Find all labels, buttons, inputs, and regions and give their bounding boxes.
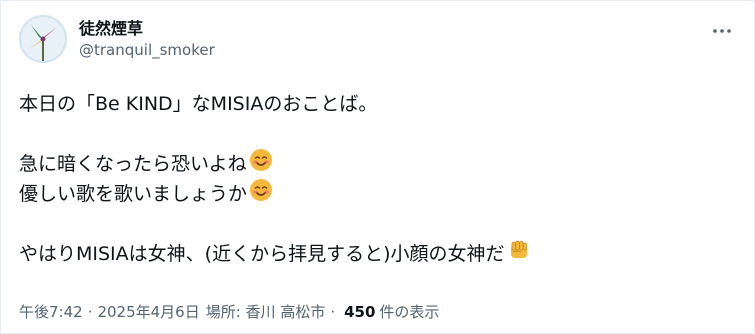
tweet-meta: 午後7:42 · 2025年4月6日 場所: 香川 高松市 · 450 件の表示	[19, 301, 439, 322]
line-break	[19, 209, 734, 239]
tweet-location[interactable]: 場所: 香川 高松市	[206, 301, 326, 322]
line-break	[19, 119, 734, 149]
smiling-face-emoji-icon	[249, 148, 273, 181]
user-handle[interactable]: @tranquil_smoker	[79, 41, 215, 60]
tweet-date[interactable]: 2025年4月6日	[97, 301, 199, 322]
tweet-line-text: 急に暗くなったら恐いよね	[19, 153, 247, 175]
meta-separator: ·	[330, 302, 336, 321]
author-names: 徒然煙草 @tranquil_smoker	[79, 19, 215, 60]
tweet-line: やはりMISIAは女神、(近くから拝見すると)小顔の女神だ	[19, 239, 734, 269]
views-count[interactable]: 450	[344, 303, 375, 321]
more-dots-icon	[713, 29, 731, 33]
tweet-line: 急に暗くなったら恐いよね	[19, 148, 734, 181]
display-name[interactable]: 徒然煙草	[79, 19, 215, 39]
tweet-line-text: やはりMISIAは女神、(近くから拝見すると)小顔の女神だ	[19, 243, 505, 265]
tweet-header: 徒然煙草 @tranquil_smoker	[19, 15, 215, 63]
pinwheel-avatar-icon	[19, 15, 67, 63]
tweet-text: 本日の「Be KIND」なMISIAのおことば。 急に暗くなったら恐いよね 優し…	[19, 89, 734, 269]
tweet-line: 優しい歌を歌いましょうか	[19, 178, 734, 211]
views-label[interactable]: 件の表示	[379, 301, 439, 322]
tweet-line: 本日の「Be KIND」なMISIAのおことば。	[19, 89, 734, 119]
meta-separator: ·	[87, 302, 93, 321]
more-options-button[interactable]	[708, 19, 736, 43]
tweet-time[interactable]: 午後7:42	[19, 301, 83, 322]
tweet-card: 徒然煙草 @tranquil_smoker 本日の「Be KIND」なMISIA…	[0, 0, 755, 334]
smiling-face-emoji-icon	[249, 178, 273, 211]
tweet-line-text: 優しい歌を歌いましょうか	[19, 183, 248, 205]
tweet-line-text: 本日の「Be KIND」なMISIAのおことば。	[19, 93, 378, 115]
avatar[interactable]	[19, 15, 67, 63]
raised-fist-emoji-icon	[507, 238, 531, 271]
